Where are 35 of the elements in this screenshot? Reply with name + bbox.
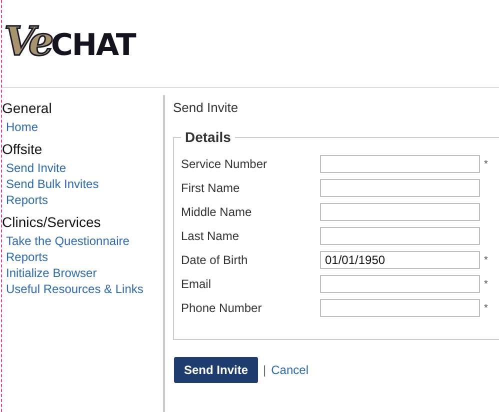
input-field[interactable]	[320, 155, 480, 173]
sidebar-heading: General	[2, 100, 52, 116]
cancel-link[interactable]: Cancel	[271, 363, 308, 377]
sidebar-link[interactable]: Useful Resources & Links	[6, 281, 144, 297]
field-label: Last Name	[181, 229, 240, 243]
field-label: Date of Birth	[181, 253, 249, 267]
field-label: First Name	[181, 181, 241, 195]
required-mark: *	[484, 254, 488, 266]
field-label: Phone Number	[181, 301, 263, 315]
required-mark: *	[484, 278, 488, 290]
input-field[interactable]	[320, 299, 480, 317]
sidebar-heading: Offsite	[2, 141, 42, 157]
input-field[interactable]: 01/01/1950	[320, 251, 480, 269]
required-mark: *	[484, 302, 488, 314]
sidebar-link[interactable]: Send Bulk Invites	[6, 176, 99, 192]
sidebar-link[interactable]: Home	[6, 119, 38, 135]
input-field[interactable]	[320, 203, 480, 221]
separator: |	[263, 363, 266, 377]
panel-legend: Details	[181, 129, 235, 145]
field-label: Middle Name	[181, 205, 253, 219]
field-label: Email	[181, 277, 212, 291]
page-title: Send Invite	[173, 100, 240, 115]
sidebar-link[interactable]: Reports	[6, 192, 48, 208]
send-invite-button[interactable]: Send Invite	[174, 357, 258, 383]
sidebar-link[interactable]: Initialize Browser	[6, 265, 97, 281]
logo: VeCHAT	[4, 18, 136, 65]
input-field[interactable]	[320, 227, 480, 245]
input-field[interactable]	[320, 275, 480, 293]
sidebar-link[interactable]: Send Invite	[6, 160, 66, 176]
field-label: Service Number	[181, 157, 268, 171]
sidebar-heading: Clinics/Services	[2, 214, 101, 230]
required-mark: *	[484, 158, 488, 170]
sidebar-link[interactable]: Reports	[6, 249, 48, 265]
input-field[interactable]	[320, 179, 480, 197]
sidebar-link[interactable]: Take the Questionnaire	[6, 233, 130, 249]
